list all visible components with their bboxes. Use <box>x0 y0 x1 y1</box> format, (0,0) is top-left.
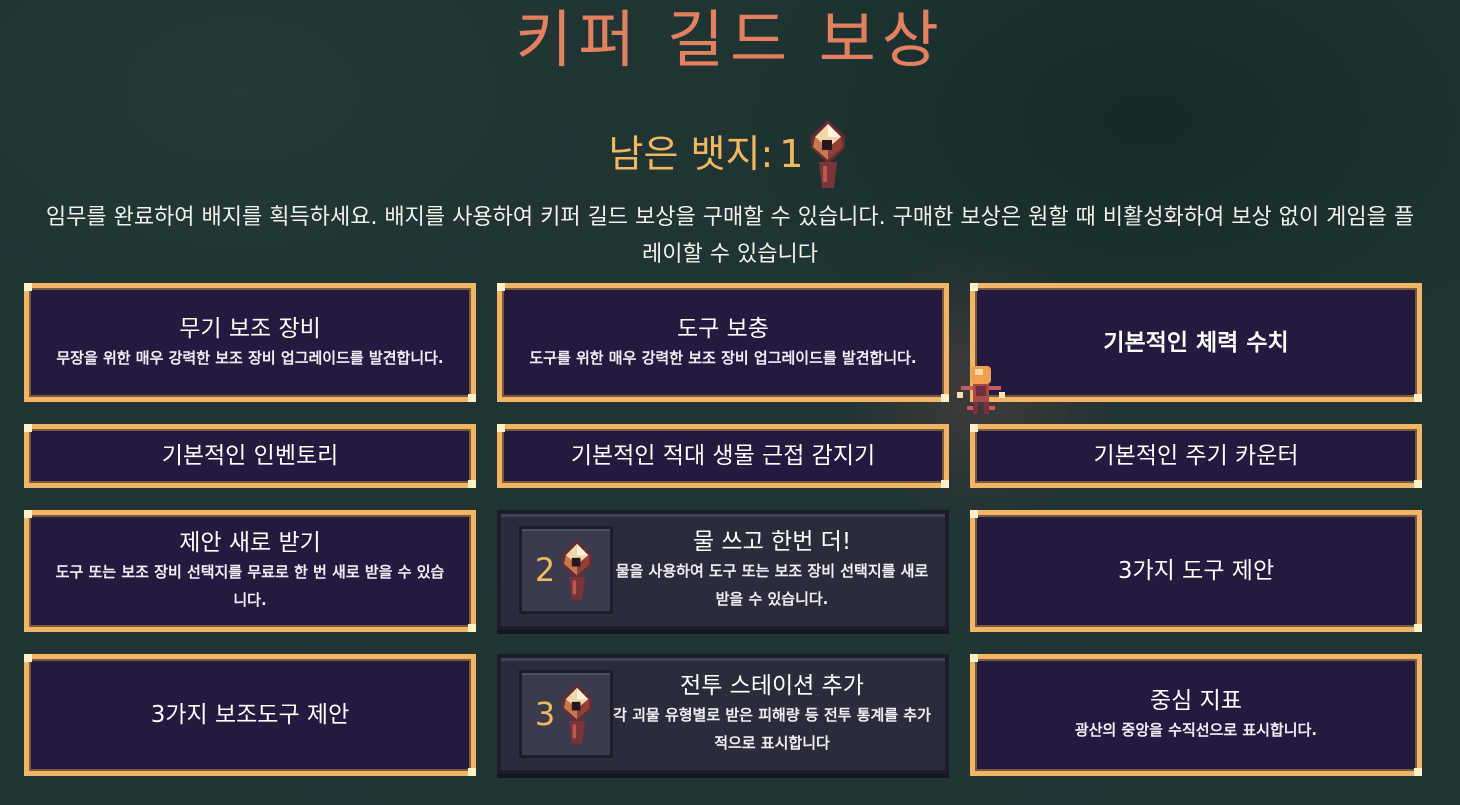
badge-gem-icon <box>811 120 846 188</box>
reward-description: 광산의 중앙을 수직선으로 표시합니다. <box>1074 721 1318 739</box>
reward-card-enemy-proximity[interactable]: 기본적인 적대 생물 근접 감지기 <box>497 424 949 488</box>
reward-title: 3가지 보조도구 제안 <box>150 702 350 728</box>
reward-title: 제안 새로 받기 <box>179 530 321 556</box>
reward-card-center-marker[interactable]: 중심 지표 광산의 중앙을 수직선으로 표시합니다. <box>970 654 1422 776</box>
reward-card-three-tools[interactable]: 3가지 도구 제안 <box>970 510 1422 632</box>
reward-card-water-reroll[interactable]: 2 물 쓰고 한번 더! 물을 사용하여 도구 또는 보조 장비 선택지를 새로… <box>497 510 949 630</box>
reward-description: 각 괴물 유형별로 받은 피해량 등 전투 통계를 추가적으로 표시합니다 <box>613 706 931 752</box>
reward-card-cycle-counter[interactable]: 기본적인 주기 카운터 <box>970 424 1422 488</box>
reward-card-three-support[interactable]: 3가지 보조도구 제안 <box>24 654 476 776</box>
reward-title: 중심 지표 <box>1150 688 1242 714</box>
badges-label: 남은 뱃지: <box>608 132 774 176</box>
rewards-description: 임무를 완료하여 배지를 획득하세요. 배지를 사용하여 키퍼 길드 보상을 구… <box>45 205 1415 267</box>
cost-number: 3 <box>534 695 556 733</box>
badge-gem-icon <box>562 684 592 744</box>
reward-title: 전투 스테이션 추가 <box>680 673 864 699</box>
reward-description: 무장을 위한 매우 강력한 보조 장비 업그레이드를 발견합니다. <box>56 348 444 367</box>
reward-title: 기본적인 인벤토리 <box>161 443 339 469</box>
reward-description: 물을 사용하여 도구 또는 보조 장비 선택지를 새로 받을 수 있습니다. <box>615 562 929 608</box>
reward-card-weapon-support[interactable]: 무기 보조 장비 무장을 위한 매우 강력한 보조 장비 업그레이드를 발견합니… <box>24 283 476 402</box>
reward-title: 무기 보조 장비 <box>179 315 321 342</box>
reward-title: 물 쓰고 한번 더! <box>692 529 852 555</box>
reward-body: 전투 스테이션 추가 각 괴물 유형별로 받은 피해량 등 전투 통계를 추가적… <box>613 671 931 757</box>
reward-title: 도구 보충 <box>677 315 769 342</box>
cost-box: 2 <box>519 526 613 614</box>
reward-description: 도구 또는 보조 장비 선택지를 무료로 한 번 새로 받을 수 있습니다. <box>55 563 445 609</box>
badges-count: 1 <box>779 132 804 176</box>
reward-body: 물 쓰고 한번 더! 물을 사용하여 도구 또는 보조 장비 선택지를 새로 받… <box>613 527 931 613</box>
reward-title: 기본적인 주기 카운터 <box>1093 443 1299 469</box>
reward-description: 도구를 위한 매우 강력한 보조 장비 업그레이드를 발견합니다. <box>529 348 917 367</box>
page-title: 키퍼 길드 보상 <box>515 3 945 76</box>
reward-card-tool-refill[interactable]: 도구 보충 도구를 위한 매우 강력한 보조 장비 업그레이드를 발견합니다. <box>497 283 949 402</box>
cost-number: 2 <box>534 551 556 589</box>
reward-title: 기본적인 체력 수치 <box>1103 329 1289 356</box>
badge-gem-icon <box>562 540 592 600</box>
reward-title: 3가지 도구 제안 <box>1117 558 1275 584</box>
badges-remaining: 남은 뱃지: 1 <box>0 118 1460 190</box>
reward-title: 기본적인 적대 생물 근접 감지기 <box>570 443 876 469</box>
reward-card-basic-inventory[interactable]: 기본적인 인벤토리 <box>24 424 476 488</box>
keeper-character-sprite <box>957 366 1005 414</box>
reward-card-basic-health[interactable]: 기본적인 체력 수치 <box>970 283 1422 402</box>
reward-card-reroll-offer[interactable]: 제안 새로 받기 도구 또는 보조 장비 선택지를 무료로 한 번 새로 받을 … <box>24 510 476 632</box>
cost-box: 3 <box>519 670 613 758</box>
reward-card-combat-stats[interactable]: 3 전투 스테이션 추가 각 괴물 유형별로 받은 피해량 등 전투 통계를 추… <box>497 654 949 774</box>
